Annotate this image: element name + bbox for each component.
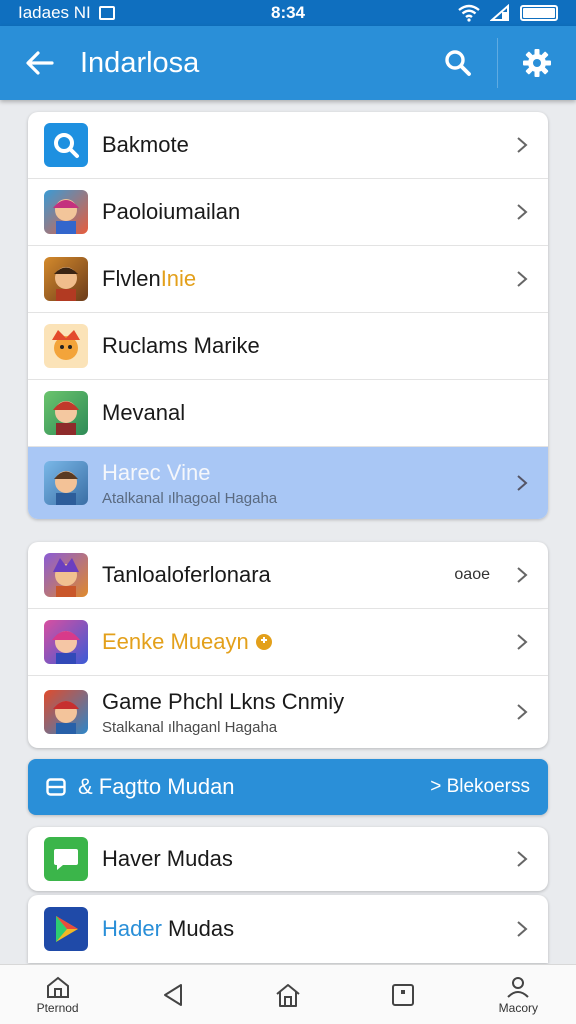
nav-label: Pternod <box>36 1000 79 1015</box>
list-item-label: Eenke Mueayn <box>102 629 512 655</box>
list-card-3: Haver Mudas <box>28 827 548 891</box>
game-character-icon <box>44 324 88 368</box>
badge-dot-icon <box>255 634 272 650</box>
person-icon <box>507 976 530 998</box>
notification-icon <box>98 6 115 20</box>
back-triangle-icon <box>163 983 182 1006</box>
chevron-right-icon <box>512 850 532 868</box>
list-card-2: Tanloaloferlonara oaoe Eenke Mueayn Game… <box>28 542 548 748</box>
list-item-game-phchl[interactable]: Game Phchl Lkns Cnmiy Stalkanal ılhaganl… <box>28 676 548 748</box>
list-item-harec-vine[interactable]: Harec Vine Atalkanal ılhagoal Hagaha <box>28 447 548 519</box>
list-item-label: Game Phchl Lkns Cnmiy <box>102 688 345 714</box>
bottom-navigation: Pternod Macory <box>0 964 576 1024</box>
nav-label: Macory <box>498 1000 539 1015</box>
list-item-label: Ruclams Marike <box>102 333 260 358</box>
back-button[interactable] <box>0 50 80 76</box>
list-card-1: Bakmote Paoloiumailan FlvlenInie Ruclams… <box>28 112 548 519</box>
wifi-icon <box>458 4 480 22</box>
list-item-label: Hader Mudas <box>102 916 512 942</box>
recents-square-icon <box>392 983 415 1006</box>
list-item-flvlen-inie[interactable]: FlvlenInie <box>28 246 548 313</box>
game-character-icon <box>44 553 88 597</box>
status-left: Iadaes NI <box>18 3 198 23</box>
game-character-icon <box>44 461 88 505</box>
game-character-icon <box>44 257 88 301</box>
list-item-label-part2: Mudas <box>168 916 235 941</box>
nav-item-profile[interactable]: Macory <box>473 975 563 1015</box>
chevron-right-icon <box>512 474 532 492</box>
home-icon <box>276 983 300 1007</box>
home-outline-icon <box>46 976 69 998</box>
list-item-subtitle: Stalkanal ılhaganl Hagaha <box>102 718 278 736</box>
status-left-text: Iadaes NI <box>18 3 91 22</box>
list-item-label: FlvlenInie <box>102 266 512 292</box>
list-item-eenke-mueayn[interactable]: Eenke Mueayn <box>28 609 548 676</box>
status-right <box>378 4 558 22</box>
status-bar: Iadaes NI 8:34 <box>0 0 576 26</box>
list-item-label: Harec Vine <box>102 459 211 485</box>
chevron-right-icon <box>512 920 532 938</box>
list-item-subtitle: Atalkanal ılhagoal Hagaha <box>102 489 278 507</box>
chat-app-icon <box>44 837 88 881</box>
list-item-label: Paoloiumailan <box>102 199 241 224</box>
list-item-label-part2: Inie <box>160 266 197 291</box>
chevron-right-icon <box>512 203 532 221</box>
list-item-label: Mevanal <box>102 400 186 425</box>
list-item-meta: oaoe <box>454 566 490 583</box>
game-character-icon <box>44 620 88 664</box>
list-item-label-part1: Flvlen <box>102 266 161 291</box>
search-icon <box>445 50 471 76</box>
banner-label: & Fagtto Mudan <box>78 774 235 799</box>
chevron-right-icon <box>512 703 532 721</box>
list-item-label: Tanloaloferlonara <box>102 562 271 587</box>
nav-recents-button[interactable] <box>358 983 448 1007</box>
arrow-left-icon <box>26 51 54 75</box>
signal-icon <box>490 4 509 21</box>
list-item-hader-mudas[interactable]: Hader Mudas <box>28 895 548 963</box>
list-item-bakmote[interactable]: Bakmote <box>28 112 548 179</box>
list-item-label: Haver Mudas <box>102 846 233 871</box>
list-item-haver-mudas[interactable]: Haver Mudas <box>28 827 548 891</box>
banner-action-link[interactable]: > Blekoerss <box>430 776 530 798</box>
list-card-4: Hader Mudas <box>28 895 548 963</box>
list-item-tanloaloferlonara[interactable]: Tanloaloferlonara oaoe <box>28 542 548 609</box>
nav-home-button[interactable] <box>243 982 333 1008</box>
status-time: 8:34 <box>270 3 306 22</box>
chevron-right-icon <box>512 136 532 154</box>
list-item-paoloiumailan[interactable]: Paoloiumailan <box>28 179 548 246</box>
game-character-icon <box>44 190 88 234</box>
list-item-label: Bakmote <box>102 132 189 157</box>
app-bar: Indarlosa <box>0 26 576 100</box>
settings-button[interactable] <box>498 26 576 100</box>
storage-icon <box>46 778 66 796</box>
nav-back-button[interactable] <box>128 982 218 1008</box>
content-area: Bakmote Paoloiumailan FlvlenInie Ruclams… <box>28 112 548 963</box>
chevron-right-icon <box>512 633 532 651</box>
list-item-label-text: Eenke Mueayn <box>102 629 249 654</box>
chevron-right-icon <box>512 270 532 288</box>
page-title: Indarlosa <box>80 46 200 79</box>
list-item-mevanal[interactable]: Mevanal <box>28 380 548 447</box>
game-character-icon <box>44 391 88 435</box>
nav-item-home[interactable]: Pternod <box>13 975 103 1015</box>
search-button[interactable] <box>419 26 497 100</box>
list-item-label-part1: Hader <box>102 916 162 941</box>
gear-icon <box>523 49 551 77</box>
list-item-ruclams-marike[interactable]: Ruclams Marike <box>28 313 548 380</box>
section-banner[interactable]: & Fagtto Mudan > Blekoerss <box>28 759 548 815</box>
search-app-icon <box>44 123 88 167</box>
chevron-right-icon <box>512 566 532 584</box>
game-character-icon <box>44 690 88 734</box>
battery-icon <box>520 5 558 21</box>
play-store-icon <box>44 907 88 951</box>
